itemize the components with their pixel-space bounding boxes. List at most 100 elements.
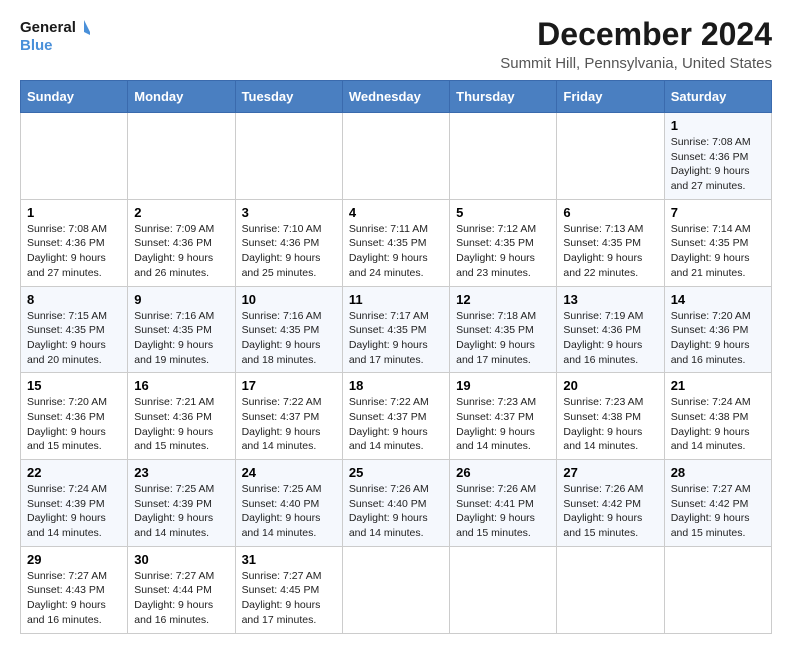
calendar-cell bbox=[450, 546, 557, 633]
calendar-cell: 3 Sunrise: 7:10 AMSunset: 4:36 PMDayligh… bbox=[235, 199, 342, 286]
day-info: Sunrise: 7:19 AMSunset: 4:36 PMDaylight:… bbox=[563, 310, 643, 366]
day-number: 20 bbox=[563, 378, 657, 393]
day-number: 21 bbox=[671, 378, 765, 393]
day-number: 1 bbox=[671, 118, 765, 133]
day-info: Sunrise: 7:20 AMSunset: 4:36 PMDaylight:… bbox=[671, 310, 751, 366]
day-number: 15 bbox=[27, 378, 121, 393]
week-row-2: 1 Sunrise: 7:08 AMSunset: 4:36 PMDayligh… bbox=[21, 199, 772, 286]
calendar-cell: 4 Sunrise: 7:11 AMSunset: 4:35 PMDayligh… bbox=[342, 199, 449, 286]
calendar-table: SundayMondayTuesdayWednesdayThursdayFrid… bbox=[20, 80, 772, 634]
day-number: 12 bbox=[456, 292, 550, 307]
day-number: 24 bbox=[242, 465, 336, 480]
day-info: Sunrise: 7:16 AMSunset: 4:35 PMDaylight:… bbox=[242, 310, 322, 366]
day-info: Sunrise: 7:23 AMSunset: 4:37 PMDaylight:… bbox=[456, 396, 536, 452]
day-number: 26 bbox=[456, 465, 550, 480]
svg-text:Blue: Blue bbox=[20, 37, 53, 54]
day-number: 28 bbox=[671, 465, 765, 480]
week-row-4: 15 Sunrise: 7:20 AMSunset: 4:36 PMDaylig… bbox=[21, 373, 772, 460]
day-number: 16 bbox=[134, 378, 228, 393]
day-info: Sunrise: 7:27 AMSunset: 4:44 PMDaylight:… bbox=[134, 570, 214, 626]
day-info: Sunrise: 7:27 AMSunset: 4:45 PMDaylight:… bbox=[242, 570, 322, 626]
day-info: Sunrise: 7:24 AMSunset: 4:38 PMDaylight:… bbox=[671, 396, 751, 452]
day-number: 29 bbox=[27, 552, 121, 567]
svg-text:General: General bbox=[20, 19, 76, 36]
day-number: 27 bbox=[563, 465, 657, 480]
calendar-cell: 24 Sunrise: 7:25 AMSunset: 4:40 PMDaylig… bbox=[235, 460, 342, 547]
day-info: Sunrise: 7:26 AMSunset: 4:40 PMDaylight:… bbox=[349, 483, 429, 539]
logo: General Blue bbox=[20, 16, 90, 58]
day-number: 14 bbox=[671, 292, 765, 307]
calendar-cell: 14 Sunrise: 7:20 AMSunset: 4:36 PMDaylig… bbox=[664, 286, 771, 373]
day-info: Sunrise: 7:26 AMSunset: 4:41 PMDaylight:… bbox=[456, 483, 536, 539]
day-info: Sunrise: 7:11 AMSunset: 4:35 PMDaylight:… bbox=[349, 223, 428, 279]
day-number: 4 bbox=[349, 205, 443, 220]
header: General Blue December 2024 Summit Hill, … bbox=[20, 16, 772, 72]
day-number: 9 bbox=[134, 292, 228, 307]
day-info: Sunrise: 7:18 AMSunset: 4:35 PMDaylight:… bbox=[456, 310, 536, 366]
calendar-cell: 20 Sunrise: 7:23 AMSunset: 4:38 PMDaylig… bbox=[557, 373, 664, 460]
calendar-cell: 21 Sunrise: 7:24 AMSunset: 4:38 PMDaylig… bbox=[664, 373, 771, 460]
day-info: Sunrise: 7:22 AMSunset: 4:37 PMDaylight:… bbox=[349, 396, 429, 452]
col-header-saturday: Saturday bbox=[664, 81, 771, 113]
calendar-cell: 2 Sunrise: 7:09 AMSunset: 4:36 PMDayligh… bbox=[128, 199, 235, 286]
week-row-1: 1 Sunrise: 7:08 AMSunset: 4:36 PMDayligh… bbox=[21, 113, 772, 200]
calendar-cell: 6 Sunrise: 7:13 AMSunset: 4:35 PMDayligh… bbox=[557, 199, 664, 286]
col-header-sunday: Sunday bbox=[21, 81, 128, 113]
calendar-cell: 5 Sunrise: 7:12 AMSunset: 4:35 PMDayligh… bbox=[450, 199, 557, 286]
day-info: Sunrise: 7:25 AMSunset: 4:39 PMDaylight:… bbox=[134, 483, 214, 539]
calendar-cell: 27 Sunrise: 7:26 AMSunset: 4:42 PMDaylig… bbox=[557, 460, 664, 547]
day-info: Sunrise: 7:26 AMSunset: 4:42 PMDaylight:… bbox=[563, 483, 643, 539]
day-info: Sunrise: 7:12 AMSunset: 4:35 PMDaylight:… bbox=[456, 223, 536, 279]
calendar-cell: 23 Sunrise: 7:25 AMSunset: 4:39 PMDaylig… bbox=[128, 460, 235, 547]
calendar-cell bbox=[21, 113, 128, 200]
calendar-cell bbox=[557, 546, 664, 633]
day-info: Sunrise: 7:27 AMSunset: 4:42 PMDaylight:… bbox=[671, 483, 751, 539]
day-info: Sunrise: 7:13 AMSunset: 4:35 PMDaylight:… bbox=[563, 223, 643, 279]
day-info: Sunrise: 7:09 AMSunset: 4:36 PMDaylight:… bbox=[134, 223, 214, 279]
col-header-thursday: Thursday bbox=[450, 81, 557, 113]
col-header-monday: Monday bbox=[128, 81, 235, 113]
page-subtitle: Summit Hill, Pennsylvania, United States bbox=[500, 55, 772, 72]
day-info: Sunrise: 7:16 AMSunset: 4:35 PMDaylight:… bbox=[134, 310, 214, 366]
calendar-cell: 17 Sunrise: 7:22 AMSunset: 4:37 PMDaylig… bbox=[235, 373, 342, 460]
day-info: Sunrise: 7:22 AMSunset: 4:37 PMDaylight:… bbox=[242, 396, 322, 452]
calendar-cell: 19 Sunrise: 7:23 AMSunset: 4:37 PMDaylig… bbox=[450, 373, 557, 460]
day-number: 30 bbox=[134, 552, 228, 567]
calendar-cell: 1 Sunrise: 7:08 AMSunset: 4:36 PMDayligh… bbox=[664, 113, 771, 200]
day-number: 2 bbox=[134, 205, 228, 220]
day-info: Sunrise: 7:17 AMSunset: 4:35 PMDaylight:… bbox=[349, 310, 429, 366]
page-title: December 2024 bbox=[500, 16, 772, 53]
calendar-cell: 31 Sunrise: 7:27 AMSunset: 4:45 PMDaylig… bbox=[235, 546, 342, 633]
day-number: 5 bbox=[456, 205, 550, 220]
col-header-friday: Friday bbox=[557, 81, 664, 113]
calendar-cell bbox=[557, 113, 664, 200]
week-row-6: 29 Sunrise: 7:27 AMSunset: 4:43 PMDaylig… bbox=[21, 546, 772, 633]
calendar-cell bbox=[342, 546, 449, 633]
calendar-cell: 26 Sunrise: 7:26 AMSunset: 4:41 PMDaylig… bbox=[450, 460, 557, 547]
day-info: Sunrise: 7:08 AMSunset: 4:36 PMDaylight:… bbox=[671, 136, 751, 192]
calendar-cell: 11 Sunrise: 7:17 AMSunset: 4:35 PMDaylig… bbox=[342, 286, 449, 373]
col-header-tuesday: Tuesday bbox=[235, 81, 342, 113]
calendar-cell: 12 Sunrise: 7:18 AMSunset: 4:35 PMDaylig… bbox=[450, 286, 557, 373]
calendar-cell: 29 Sunrise: 7:27 AMSunset: 4:43 PMDaylig… bbox=[21, 546, 128, 633]
day-number: 6 bbox=[563, 205, 657, 220]
calendar-cell: 13 Sunrise: 7:19 AMSunset: 4:36 PMDaylig… bbox=[557, 286, 664, 373]
day-number: 1 bbox=[27, 205, 121, 220]
day-info: Sunrise: 7:24 AMSunset: 4:39 PMDaylight:… bbox=[27, 483, 107, 539]
day-number: 31 bbox=[242, 552, 336, 567]
title-area: December 2024 Summit Hill, Pennsylvania,… bbox=[500, 16, 772, 72]
calendar-cell bbox=[664, 546, 771, 633]
calendar-cell bbox=[235, 113, 342, 200]
day-info: Sunrise: 7:21 AMSunset: 4:36 PMDaylight:… bbox=[134, 396, 214, 452]
logo-svg: General Blue bbox=[20, 16, 90, 58]
week-row-5: 22 Sunrise: 7:24 AMSunset: 4:39 PMDaylig… bbox=[21, 460, 772, 547]
day-info: Sunrise: 7:15 AMSunset: 4:35 PMDaylight:… bbox=[27, 310, 107, 366]
calendar-cell bbox=[342, 113, 449, 200]
week-row-3: 8 Sunrise: 7:15 AMSunset: 4:35 PMDayligh… bbox=[21, 286, 772, 373]
header-row: SundayMondayTuesdayWednesdayThursdayFrid… bbox=[21, 81, 772, 113]
day-number: 3 bbox=[242, 205, 336, 220]
day-number: 17 bbox=[242, 378, 336, 393]
day-info: Sunrise: 7:08 AMSunset: 4:36 PMDaylight:… bbox=[27, 223, 107, 279]
col-header-wednesday: Wednesday bbox=[342, 81, 449, 113]
calendar-cell: 28 Sunrise: 7:27 AMSunset: 4:42 PMDaylig… bbox=[664, 460, 771, 547]
